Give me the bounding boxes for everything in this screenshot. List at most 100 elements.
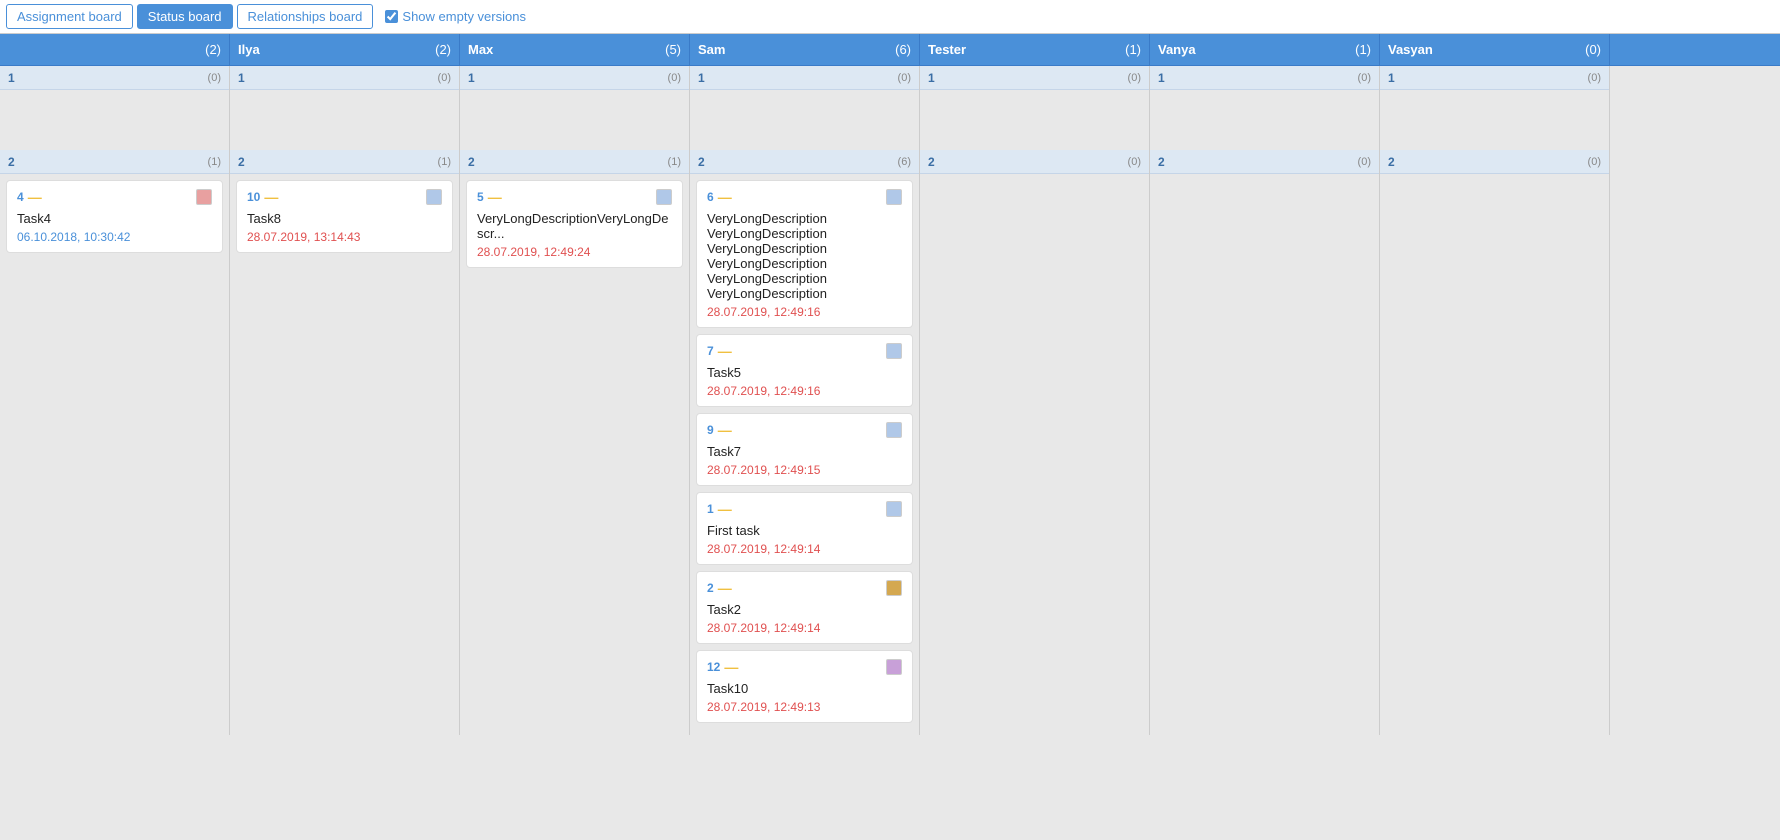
ver-num: 1 xyxy=(698,71,705,85)
card-title: Task4 xyxy=(17,211,212,226)
task-card-4[interactable]: 4 — Task4 06.10.2018, 10:30:42 xyxy=(6,180,223,253)
board-column-tester: 1(0) 2(0) xyxy=(920,66,1150,735)
card-id[interactable]: 4 xyxy=(17,190,24,204)
card-color-box xyxy=(886,189,902,205)
cards-area-tester-2 xyxy=(920,174,1149,234)
col-name-vanya: Vanya xyxy=(1158,42,1196,57)
card-id[interactable]: 5 xyxy=(477,190,484,204)
col-header-unassigned: (2) xyxy=(0,34,230,65)
card-dash: — xyxy=(488,190,502,204)
cards-area-ilya-2: 10 — Task8 28.07.2019, 13:14:43 xyxy=(230,174,459,265)
card-color-box xyxy=(886,580,902,596)
card-title: Task5 xyxy=(707,365,902,380)
tab-assignment[interactable]: Assignment board xyxy=(6,4,133,29)
cards-area-max-2: 5 — VeryLongDescriptionVeryLongDescr... … xyxy=(460,174,689,280)
version-header-ilya-1[interactable]: 1(0) xyxy=(230,66,459,90)
tab-relationships[interactable]: Relationships board xyxy=(237,4,374,29)
card-id[interactable]: 7 xyxy=(707,344,714,358)
board-body: 1(0)2(1) 4 — Task4 06.10.2018, 10:30:42 … xyxy=(0,66,1780,735)
cards-area-vanya-2 xyxy=(1150,174,1379,234)
task-card-9[interactable]: 9 — Task7 28.07.2019, 12:49:15 xyxy=(696,413,913,486)
card-dash: — xyxy=(718,423,732,437)
card-header: 1 — xyxy=(707,501,902,517)
task-card-6[interactable]: 6 — VeryLongDescriptionVeryLongDescripti… xyxy=(696,180,913,328)
version-header-sam-2[interactable]: 2(6) xyxy=(690,150,919,174)
board-column-sam: 1 (0) 2(6) 6 — VeryLongDescriptionVeryLong… xyxy=(690,66,920,735)
card-date: 28.07.2019, 12:49:13 xyxy=(707,700,902,714)
task-card-7[interactable]: 7 — Task5 28.07.2019, 12:49:16 xyxy=(696,334,913,407)
card-color-box xyxy=(886,422,902,438)
version-header-vanya-2[interactable]: 2(0) xyxy=(1150,150,1379,174)
col-count-tester: (1) xyxy=(1125,42,1141,57)
card-id-dash: 1 — xyxy=(707,502,732,516)
ver-count: (1) xyxy=(438,156,451,168)
show-empty-label[interactable]: Show empty versions xyxy=(385,9,526,24)
card-id-dash: 7 — xyxy=(707,344,732,358)
card-id-dash: 6 — xyxy=(707,190,732,204)
card-color-box xyxy=(196,189,212,205)
version-header-unassigned-1[interactable]: 1(0) xyxy=(0,66,229,90)
card-color-box xyxy=(886,343,902,359)
col-header-vanya: Vanya(1) xyxy=(1150,34,1380,65)
version-header-tester-1[interactable]: 1(0) xyxy=(920,66,1149,90)
version-header-vasyan-2[interactable]: 2 (0) xyxy=(1380,150,1609,174)
card-id[interactable]: 2 xyxy=(707,581,714,595)
version-header-vanya-1[interactable]: 1(0) xyxy=(1150,66,1379,90)
version-header-sam-1[interactable]: 1 (0) xyxy=(690,66,919,90)
version-header-max-2[interactable]: 2 (1) xyxy=(460,150,689,174)
card-color-box xyxy=(656,189,672,205)
cards-area-vasyan-1 xyxy=(1380,90,1609,150)
task-card-5[interactable]: 5 — VeryLongDescriptionVeryLongDescr... … xyxy=(466,180,683,268)
ver-count: (0) xyxy=(1588,72,1601,84)
card-header: 2 — xyxy=(707,580,902,596)
ver-count: (0) xyxy=(1588,156,1601,168)
card-header: 5 — xyxy=(477,189,672,205)
task-card-1[interactable]: 1 — First task 28.07.2019, 12:49:14 xyxy=(696,492,913,565)
card-date: 28.07.2019, 12:49:14 xyxy=(707,621,902,635)
card-color-box xyxy=(886,501,902,517)
task-card-10[interactable]: 10 — Task8 28.07.2019, 13:14:43 xyxy=(236,180,453,253)
card-date: 28.07.2019, 13:14:43 xyxy=(247,230,442,244)
col-count-max: (5) xyxy=(665,42,681,57)
col-name-ilya: Ilya xyxy=(238,42,260,57)
card-dash: — xyxy=(718,502,732,516)
board-column-unassigned: 1(0) 2(1) 4 — Task4 06.10.2018, 10:30:42 xyxy=(0,66,230,735)
ver-num: 1 xyxy=(928,71,935,85)
card-dash: — xyxy=(264,190,278,204)
card-header: 10 — xyxy=(247,189,442,205)
card-title: VeryLongDescriptionVeryLongDescriptionVe… xyxy=(707,211,902,301)
card-date: 28.07.2019, 12:49:15 xyxy=(707,463,902,477)
board-column-vasyan: 1(0) 2 (0) xyxy=(1380,66,1610,735)
version-header-unassigned-2[interactable]: 2(1) xyxy=(0,150,229,174)
ver-count: (1) xyxy=(668,156,681,168)
card-id[interactable]: 12 xyxy=(707,660,720,674)
card-id[interactable]: 6 xyxy=(707,190,714,204)
cards-area-vasyan-2 xyxy=(1380,174,1609,234)
tab-status[interactable]: Status board xyxy=(137,4,233,29)
card-id[interactable]: 9 xyxy=(707,423,714,437)
card-id[interactable]: 1 xyxy=(707,502,714,516)
col-count-vasyan: (0) xyxy=(1585,42,1601,57)
cards-area-unassigned-1 xyxy=(0,90,229,150)
card-date: 28.07.2019, 12:49:24 xyxy=(477,245,672,259)
ver-count: (0) xyxy=(1358,156,1371,168)
ver-num: 2 xyxy=(468,155,475,169)
card-date: 28.07.2019, 12:49:16 xyxy=(707,384,902,398)
board-column-ilya: 1(0) 2(1) 10 — Task8 28.07.2019, 13:14:43 xyxy=(230,66,460,735)
card-id[interactable]: 10 xyxy=(247,190,260,204)
cards-area-sam-2: 6 — VeryLongDescriptionVeryLongDescripti… xyxy=(690,174,919,735)
col-name-sam: Sam xyxy=(698,42,725,57)
task-card-12[interactable]: 12 — Task10 28.07.2019, 12:49:13 xyxy=(696,650,913,723)
ver-count: (0) xyxy=(898,72,911,84)
show-empty-checkbox[interactable] xyxy=(385,10,398,23)
version-header-tester-2[interactable]: 2(0) xyxy=(920,150,1149,174)
ver-count: (1) xyxy=(208,156,221,168)
ver-num: 2 xyxy=(1388,155,1395,169)
version-header-max-1[interactable]: 1(0) xyxy=(460,66,689,90)
task-card-2[interactable]: 2 — Task2 28.07.2019, 12:49:14 xyxy=(696,571,913,644)
version-header-ilya-2[interactable]: 2(1) xyxy=(230,150,459,174)
top-bar: Assignment board Status board Relationsh… xyxy=(0,0,1780,34)
card-header: 12 — xyxy=(707,659,902,675)
card-header: 4 — xyxy=(17,189,212,205)
version-header-vasyan-1[interactable]: 1(0) xyxy=(1380,66,1609,90)
